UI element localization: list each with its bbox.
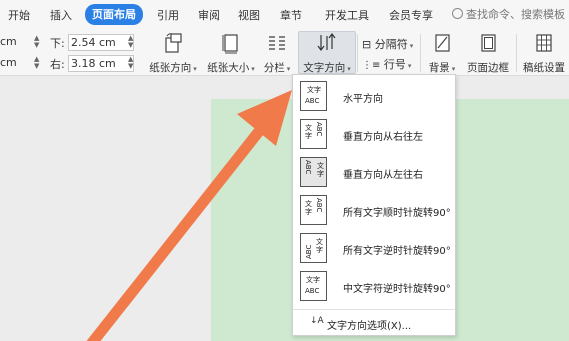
text-direction-options-icon: ↓A xyxy=(310,316,324,326)
margin-down-label: 下: xyxy=(50,37,65,50)
tile-glyph: ABC xyxy=(305,287,320,295)
columns-label: 分栏 ▾ xyxy=(263,62,291,74)
margin-left-spinner[interactable]: ▲ ▼ xyxy=(34,56,39,70)
manuscript-grid-icon xyxy=(536,34,552,52)
tile-glyph: ABC xyxy=(315,122,323,137)
text-direction-menu: 文字 ABC 水平方向 文字 ABC 垂直方向从右往左 ABC 文字 垂直方向从… xyxy=(292,74,456,336)
menu-item-vertical-rtl[interactable]: 文字 ABC 垂直方向从右往左 xyxy=(293,117,455,153)
toolbar-divider xyxy=(516,34,517,72)
page-border-button[interactable]: 页面边框 xyxy=(463,32,513,74)
menu-item-label: 所有文字顺时针旋转90° xyxy=(343,208,451,219)
tile-glyph: ABC xyxy=(305,244,313,259)
menu-tab-references[interactable]: 引用 xyxy=(157,7,179,23)
margin-down-field[interactable]: 2.54 cm xyxy=(68,34,134,51)
menu-tab-page-layout[interactable]: 页面布局 xyxy=(85,4,143,25)
tile-glyph: ABC xyxy=(305,97,320,105)
tile-glyph: 文字 xyxy=(316,238,323,254)
paper-orientation-label: 纸张方向 ▾ xyxy=(149,62,197,74)
paper-size-label: 纸张大小 ▾ xyxy=(207,62,255,74)
menu-item-horizontal[interactable]: 文字 ABC 水平方向 xyxy=(293,79,455,115)
line-number-label: 行号 xyxy=(383,58,406,71)
command-search[interactable]: 查找命令、搜索模板 xyxy=(452,6,565,22)
tile-glyph: 文字 xyxy=(306,276,320,284)
menu-item-rotate-cw[interactable]: ABC 文字 所有文字顺时针旋转90° xyxy=(293,193,455,229)
menu-tab-insert[interactable]: 插入 xyxy=(50,7,72,23)
background-icon xyxy=(435,34,450,52)
cjk-rotate-ccw-text-icon: 文字 ABC xyxy=(300,271,327,301)
margin-bottom-unit: cm xyxy=(0,56,17,69)
manuscript-settings-label: 稿纸设置 xyxy=(523,62,565,74)
menu-item-label: 所有文字逆时针旋转90° xyxy=(343,246,451,257)
menu-divider xyxy=(293,309,455,310)
separator-button[interactable]: ⊟ 分隔符 ▾ xyxy=(362,36,413,52)
separator-icon: ⊟ xyxy=(362,38,372,51)
manuscript-settings-button[interactable]: 稿纸设置 xyxy=(520,32,568,74)
margin-right-field[interactable]: 3.18 cm xyxy=(68,55,134,72)
menu-item-label: 垂直方向从左往右 xyxy=(343,170,423,181)
line-number-button[interactable]: ⋮≡ 行号 ▾ xyxy=(362,56,411,72)
background-button[interactable]: 背景 ▾ xyxy=(424,32,460,74)
page-border-label: 页面边框 xyxy=(467,62,509,74)
columns-icon xyxy=(269,36,285,50)
menu-bar: 开始 插入 页面布局 引用 审阅 视图 章节 开发工具 会员专享 查找命令、搜索… xyxy=(0,0,569,30)
menu-tab-developer[interactable]: 开发工具 xyxy=(325,7,369,23)
margin-right-label: 右: xyxy=(50,58,65,71)
vertical-rtl-text-icon: 文字 ABC xyxy=(300,119,327,149)
vertical-ltr-text-icon: ABC 文字 xyxy=(300,157,327,187)
horizontal-text-icon: 文字 ABC xyxy=(300,81,327,111)
tile-glyph: ABC xyxy=(315,198,323,213)
rotate-cw-text-icon: ABC 文字 xyxy=(300,195,327,225)
menu-item-label: 中文字符逆时针旋转90° xyxy=(343,284,451,295)
menu-item-cjk-rotate-ccw[interactable]: 文字 ABC 中文字符逆时针旋转90° xyxy=(293,269,455,305)
menu-tab-membership[interactable]: 会员专享 xyxy=(389,7,433,23)
page-layout-toolbar: cm ▲ ▼ cm ▲ ▼ 下: 2.54 cm ▲ ▼ 右: 3.18 cm ▲ ▼ … xyxy=(0,30,569,76)
text-direction-options-item[interactable]: ↓A 文字方向选项(X)... xyxy=(293,313,455,333)
tile-glyph: 文字 xyxy=(305,200,312,216)
tile-glyph: 文字 xyxy=(317,162,324,178)
text-direction-options-label: 文字方向选项(X)... xyxy=(327,321,412,332)
toolbar-divider xyxy=(420,34,421,72)
menu-tab-review[interactable]: 审阅 xyxy=(198,7,220,23)
menu-item-vertical-ltr[interactable]: ABC 文字 垂直方向从左往右 xyxy=(293,155,455,191)
text-direction-label: 文字方向 ▾ xyxy=(303,62,351,74)
margin-top-unit: cm xyxy=(0,35,17,48)
page-border-icon xyxy=(481,34,496,52)
command-search-placeholder: 查找命令、搜索模板 xyxy=(466,8,565,21)
margin-top-spinner[interactable]: ▲ ▼ xyxy=(34,35,39,49)
paper-orientation-icon xyxy=(165,33,182,53)
separator-label: 分隔符 xyxy=(374,38,408,51)
tile-glyph: 文字 xyxy=(307,86,321,94)
menu-item-label: 垂直方向从右往左 xyxy=(343,132,423,143)
toolbar-divider xyxy=(357,34,358,72)
menu-tab-sections[interactable]: 章节 xyxy=(280,7,302,23)
menu-tab-start[interactable]: 开始 xyxy=(8,7,30,23)
text-direction-button[interactable]: 文字方向 ▾ xyxy=(298,31,356,74)
tile-glyph: ABC xyxy=(304,160,312,175)
background-label: 背景 ▾ xyxy=(428,62,456,74)
margin-down-spinner[interactable]: ▲ ▼ xyxy=(128,35,133,49)
line-number-icon: ⋮≡ xyxy=(362,60,381,71)
rotate-ccw-text-icon: ABC 文字 xyxy=(300,233,327,263)
paper-orientation-button[interactable]: 纸张方向 ▾ xyxy=(146,32,200,74)
menu-item-rotate-ccw[interactable]: ABC 文字 所有文字逆时针旋转90° xyxy=(293,231,455,267)
margin-right-spinner[interactable]: ▲ ▼ xyxy=(128,56,133,70)
columns-button[interactable]: 分栏 ▾ xyxy=(260,32,294,74)
search-icon xyxy=(452,8,463,19)
paper-size-icon xyxy=(222,34,238,54)
menu-tab-view[interactable]: 视图 xyxy=(238,7,260,23)
paper-size-button[interactable]: 纸张大小 ▾ xyxy=(203,32,259,74)
text-direction-icon xyxy=(317,33,336,51)
tile-glyph: 文字 xyxy=(305,124,312,140)
menu-item-label: 水平方向 xyxy=(343,94,383,105)
